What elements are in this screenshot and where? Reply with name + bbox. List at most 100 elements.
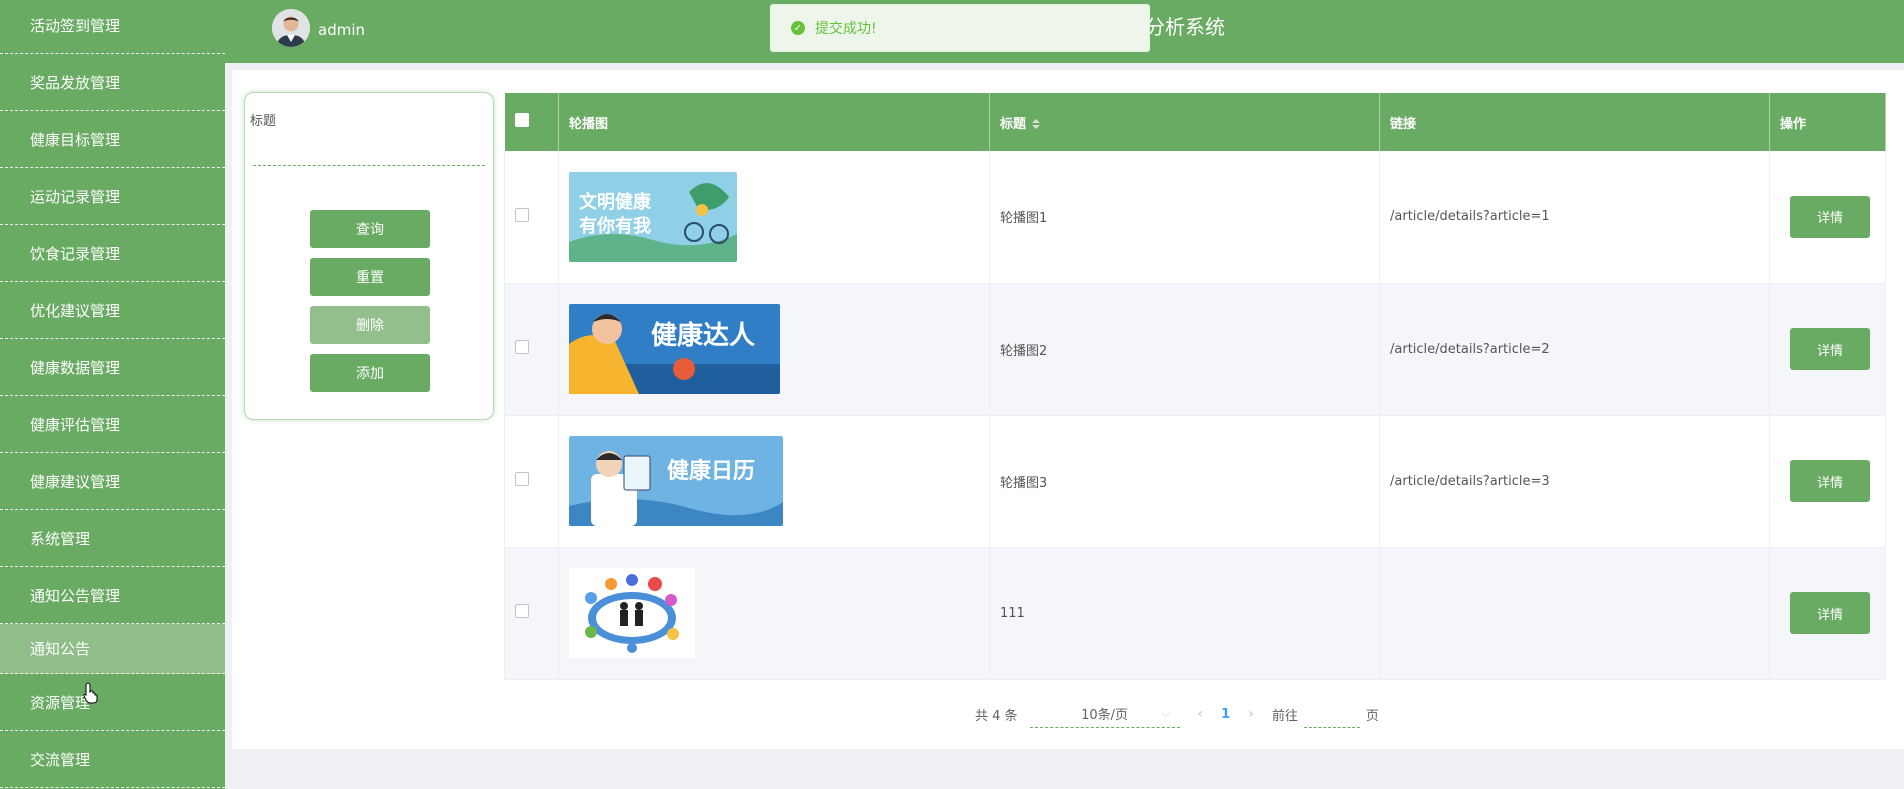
sidebar-item-label: 通知公告 bbox=[30, 640, 91, 658]
actions-cell: 详情 bbox=[1769, 151, 1886, 284]
sort-icon[interactable] bbox=[1032, 119, 1041, 129]
carousel-image-2[interactable]: 健康达人 bbox=[569, 304, 780, 394]
success-toast: ✓ 提交成功! bbox=[770, 4, 1150, 52]
hand-cursor-icon bbox=[83, 682, 98, 704]
column-header-image: 轮播图 bbox=[558, 93, 990, 151]
sidebar-item-label: 通知公告管理 bbox=[30, 586, 121, 605]
sidebar-item-system[interactable]: 系统管理 bbox=[0, 510, 225, 567]
sidebar-item-notices[interactable]: 通知公告 bbox=[0, 624, 225, 674]
column-header-label: 标题 bbox=[1000, 116, 1027, 132]
search-title-input[interactable] bbox=[253, 136, 485, 166]
page-size-value: 10条/页 bbox=[1081, 708, 1129, 723]
carousel-image-4[interactable] bbox=[569, 568, 695, 658]
search-panel: 标题 查询 重置 删除 添加 bbox=[244, 92, 494, 420]
carousel-image-cell bbox=[558, 547, 990, 680]
sidebar-item-prize-distribution[interactable]: 奖品发放管理 bbox=[0, 54, 225, 111]
sidebar-item-notice-management[interactable]: 通知公告管理 bbox=[0, 567, 225, 624]
detail-button[interactable]: 详情 bbox=[1790, 328, 1870, 370]
sidebar-item-label: 资源管理 bbox=[30, 693, 91, 712]
sidebar-item-label: 健康评估管理 bbox=[30, 415, 121, 434]
sidebar-item-health-goals[interactable]: 健康目标管理 bbox=[0, 111, 225, 168]
actions-cell: 详情 bbox=[1769, 283, 1886, 416]
user-avatar-icon bbox=[272, 9, 310, 47]
title-cell: 轮播图1 bbox=[989, 151, 1380, 284]
row-select-cell bbox=[504, 547, 559, 680]
query-button[interactable]: 查询 bbox=[310, 210, 430, 248]
carousel-image-caption: 健康日历 bbox=[667, 458, 755, 484]
page-size-select[interactable]: 10条/页 ⌵ bbox=[1029, 700, 1180, 728]
link-cell: /article/details?article=1 bbox=[1379, 151, 1770, 284]
add-button[interactable]: 添加 bbox=[310, 354, 430, 392]
select-all-checkbox[interactable] bbox=[514, 113, 529, 127]
chevron-down-icon: ⌵ bbox=[1161, 706, 1170, 720]
sidebar-item-communication[interactable]: 交流管理 bbox=[0, 731, 225, 788]
sidebar-item-label: 活动签到管理 bbox=[30, 17, 121, 35]
goto-suffix-label: 页 bbox=[1365, 708, 1379, 724]
sidebar: 活动签到管理 奖品发放管理 健康目标管理 运动记录管理 饮食记录管理 优化建议管… bbox=[0, 0, 225, 789]
sidebar-item-exercise-records[interactable]: 运动记录管理 bbox=[0, 168, 225, 225]
sidebar-item-activity-checkin[interactable]: 活动签到管理 bbox=[0, 0, 225, 54]
carousel-image-cell: 健康日历 bbox=[558, 415, 990, 548]
pagination: 共 4 条 10条/页 ⌵ ‹ 1 › 前往 页 bbox=[975, 700, 1379, 728]
carousel-table: 轮播图 标题 链接 操作 文明健康有你有我 轮播图1 /article/deta… bbox=[504, 93, 1886, 680]
sidebar-item-health-advice[interactable]: 健康建议管理 bbox=[0, 453, 225, 510]
goto-page-input[interactable] bbox=[1303, 700, 1360, 728]
toast-message: 提交成功! bbox=[815, 21, 877, 37]
column-header-label: 轮播图 bbox=[569, 116, 609, 132]
reset-button[interactable]: 重置 bbox=[310, 258, 430, 296]
title-cell: 轮播图3 bbox=[989, 415, 1380, 548]
sidebar-item-label: 饮食记录管理 bbox=[30, 244, 121, 263]
table-row: 健康日历 轮播图3 /article/details?article=3 详情 bbox=[504, 415, 1886, 548]
row-checkbox[interactable] bbox=[515, 472, 529, 486]
sidebar-item-health-assessment[interactable]: 健康评估管理 bbox=[0, 396, 225, 453]
sidebar-item-resources[interactable]: 资源管理 bbox=[0, 674, 225, 731]
table-row: 健康达人 轮播图2 /article/details?article=2 详情 bbox=[504, 283, 1886, 416]
sidebar-item-label: 系统管理 bbox=[30, 529, 91, 548]
carousel-image-caption: 健康达人 bbox=[651, 320, 755, 351]
carousel-image-1[interactable]: 文明健康有你有我 bbox=[569, 171, 737, 262]
column-header-actions: 操作 bbox=[1769, 93, 1886, 151]
main-content: 标题 查询 重置 删除 添加 轮播图 标题 链接 操作 文明健康有你有我 轮播图… bbox=[232, 70, 1904, 749]
row-select-cell bbox=[504, 283, 559, 416]
search-title-label: 标题 bbox=[250, 114, 277, 129]
sidebar-item-label: 健康数据管理 bbox=[30, 358, 121, 377]
actions-cell: 详情 bbox=[1769, 547, 1886, 680]
system-title: 分析系统 bbox=[1145, 15, 1225, 39]
avatar[interactable] bbox=[272, 9, 310, 47]
sidebar-item-label: 交流管理 bbox=[30, 750, 91, 769]
detail-button[interactable]: 详情 bbox=[1790, 592, 1870, 634]
select-all-cell bbox=[504, 93, 559, 151]
sidebar-item-optimization-advice[interactable]: 优化建议管理 bbox=[0, 282, 225, 339]
delete-button[interactable]: 删除 bbox=[310, 306, 430, 344]
table-row: 111 详情 bbox=[504, 547, 1886, 680]
column-header-title[interactable]: 标题 bbox=[989, 93, 1380, 151]
sidebar-item-diet-records[interactable]: 饮食记录管理 bbox=[0, 225, 225, 282]
link-cell: /article/details?article=3 bbox=[1379, 415, 1770, 548]
sidebar-item-label: 健康目标管理 bbox=[30, 130, 121, 149]
link-cell bbox=[1379, 547, 1770, 680]
prev-page-icon[interactable]: ‹ bbox=[1198, 706, 1204, 722]
carousel-image-cell: 文明健康有你有我 bbox=[558, 151, 990, 284]
table-row: 文明健康有你有我 轮播图1 /article/details?article=1… bbox=[504, 151, 1886, 284]
column-header-label: 操作 bbox=[1780, 116, 1807, 132]
row-checkbox[interactable] bbox=[515, 207, 529, 222]
carousel-image-cell: 健康达人 bbox=[558, 283, 990, 416]
column-header-label: 链接 bbox=[1390, 116, 1417, 132]
next-page-icon[interactable]: › bbox=[1248, 706, 1254, 722]
actions-cell: 详情 bbox=[1769, 415, 1886, 548]
detail-button[interactable]: 详情 bbox=[1790, 195, 1870, 238]
sidebar-item-label: 奖品发放管理 bbox=[30, 73, 121, 92]
row-select-cell bbox=[504, 415, 559, 548]
title-cell: 轮播图2 bbox=[989, 283, 1380, 416]
row-select-cell bbox=[504, 151, 559, 284]
goto-prefix-label: 前往 bbox=[1271, 708, 1298, 724]
title-cell: 111 bbox=[989, 547, 1380, 680]
pagination-total: 共 4 条 bbox=[975, 708, 1018, 724]
row-checkbox[interactable] bbox=[515, 604, 529, 618]
detail-button[interactable]: 详情 bbox=[1790, 460, 1870, 502]
column-header-link: 链接 bbox=[1379, 93, 1770, 151]
row-checkbox[interactable] bbox=[515, 340, 529, 354]
sidebar-item-health-data[interactable]: 健康数据管理 bbox=[0, 339, 225, 396]
carousel-image-3[interactable]: 健康日历 bbox=[569, 436, 783, 526]
page-number-current[interactable]: 1 bbox=[1221, 707, 1230, 722]
